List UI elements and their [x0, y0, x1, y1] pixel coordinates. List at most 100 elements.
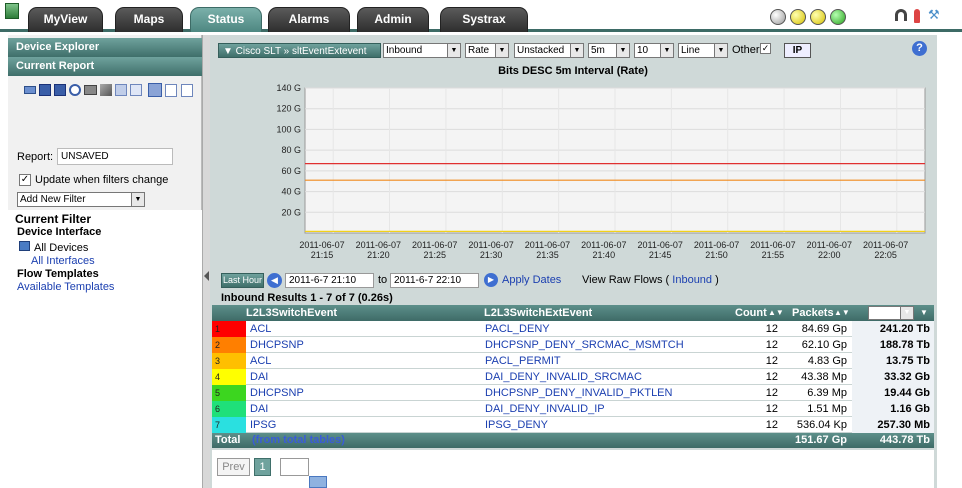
- table-total-row: Total (from total tables) 151.67 Gp 443.…: [212, 433, 934, 448]
- event-link[interactable]: DAI: [250, 401, 268, 417]
- count-sort-icon[interactable]: ▲▼: [768, 305, 784, 321]
- event-link[interactable]: DHCPSNP: [250, 337, 304, 353]
- count-column-header[interactable]: Count: [735, 305, 767, 321]
- available-templates-link[interactable]: Available Templates: [17, 281, 114, 293]
- event-link[interactable]: IPSG: [250, 417, 276, 433]
- apply-dates-link[interactable]: Apply Dates: [502, 274, 561, 286]
- add-filter-select[interactable]: Add New Filter ▼: [17, 192, 145, 207]
- event-column-header[interactable]: L2L3SwitchEvent: [246, 305, 337, 321]
- direction-select[interactable]: Inbound ▼: [383, 43, 461, 58]
- interval-value: 5m: [591, 45, 605, 56]
- app-logo-icon[interactable]: [5, 3, 19, 19]
- interval-select[interactable]: 5m ▼: [588, 43, 630, 58]
- breadcrumb-bar[interactable]: ▼ Cisco SLT » sltEventExtevent: [218, 43, 381, 58]
- apply-dates-icon[interactable]: ▶: [484, 273, 498, 287]
- ext-event-link[interactable]: PACL_PERMIT: [485, 353, 561, 369]
- end-date-input[interactable]: 2011-6-7 22:10: [390, 273, 479, 288]
- other-checkbox[interactable]: ✓: [760, 43, 771, 54]
- tab-admin[interactable]: Admin: [357, 7, 429, 32]
- device-explorer-header[interactable]: Device Explorer: [8, 38, 202, 57]
- save-icon[interactable]: [39, 84, 51, 96]
- status-green-icon[interactable]: [830, 9, 846, 25]
- stack-select[interactable]: Unstacked ▼: [514, 43, 584, 58]
- tab-systrax[interactable]: Systrax: [440, 7, 528, 32]
- x-tick-label: 21:50: [705, 250, 728, 260]
- series-swatch: 5: [212, 385, 246, 401]
- email-icon[interactable]: [24, 86, 36, 94]
- packets-sort-icon[interactable]: ▲▼: [834, 305, 850, 321]
- prev-range-icon[interactable]: ◀: [267, 273, 282, 288]
- x-tick-label: 2011-06-07: [468, 240, 513, 250]
- packets-column-header[interactable]: Packets: [792, 305, 834, 321]
- headset-icon[interactable]: [895, 9, 907, 21]
- tab-alarms[interactable]: Alarms: [268, 7, 350, 32]
- ext-column-header[interactable]: L2L3SwitchExtEvent: [484, 305, 592, 321]
- tab-myview[interactable]: MyView: [28, 7, 103, 32]
- tab-maps[interactable]: Maps: [115, 7, 183, 32]
- all-interfaces-link[interactable]: All Interfaces: [31, 255, 95, 267]
- panel-splitter[interactable]: [202, 35, 210, 488]
- event-link[interactable]: ACL: [250, 353, 271, 369]
- x-tick-label: 21:45: [649, 250, 672, 260]
- x-tick-label: 21:55: [762, 250, 785, 260]
- current-report-header[interactable]: Current Report: [8, 57, 202, 76]
- schedule-icon[interactable]: [69, 84, 81, 96]
- tab-status[interactable]: Status: [190, 7, 262, 32]
- count-cell: 12: [765, 323, 778, 335]
- devices-icon: [19, 241, 30, 251]
- chart-type-select[interactable]: Line ▼: [678, 43, 728, 58]
- help-icon[interactable]: ?: [912, 41, 927, 56]
- raw-flows-inbound-link[interactable]: Inbound: [672, 274, 712, 286]
- ext-event-link[interactable]: DHCPSNP_DENY_INVALID_PKTLEN: [485, 385, 672, 401]
- x-tick-label: 2011-06-07: [863, 240, 908, 250]
- start-date-input[interactable]: 2011-6-7 21:10: [285, 273, 374, 288]
- tools-icon[interactable]: ⚒: [928, 8, 940, 22]
- update-checkbox[interactable]: ✓: [19, 174, 31, 186]
- filter-icon[interactable]: [100, 84, 112, 96]
- table-header-row: L2L3SwitchEvent L2L3SwitchExtEvent Count…: [212, 305, 934, 321]
- units-select[interactable]: Bits ▼: [868, 306, 914, 320]
- save-as-icon[interactable]: [54, 84, 66, 96]
- x-tick-label: 2011-06-07: [694, 240, 739, 250]
- total-label: Total: [215, 434, 241, 446]
- rss-icon[interactable]: [148, 83, 162, 97]
- ext-event-link[interactable]: PACL_DENY: [485, 321, 550, 337]
- status-yellow-icon[interactable]: [790, 9, 806, 25]
- ext-event-link[interactable]: DAI_DENY_INVALID_SRCMAC: [485, 369, 642, 385]
- packets-cell: 43.38 Mp: [801, 371, 847, 383]
- pdf-icon[interactable]: [181, 84, 193, 97]
- ext-event-link[interactable]: IPSG_DENY: [485, 417, 548, 433]
- alert-flame-icon[interactable]: [914, 9, 920, 23]
- page-1-button[interactable]: 1: [254, 458, 271, 476]
- count-select[interactable]: 10 ▼: [634, 43, 674, 58]
- x-tick-label: 22:00: [818, 250, 841, 260]
- event-link[interactable]: ACL: [250, 321, 271, 337]
- ip-button[interactable]: IP: [784, 43, 811, 58]
- bits-cell: 13.75 Tb: [852, 353, 934, 369]
- csv-icon[interactable]: [165, 84, 177, 97]
- total-tables-link[interactable]: (from total tables): [252, 433, 345, 448]
- event-link[interactable]: DHCPSNP: [250, 385, 304, 401]
- ext-event-link[interactable]: DAI_DENY_INVALID_IP: [485, 401, 605, 417]
- breadcrumb[interactable]: ▼ Cisco SLT » sltEventExtevent: [223, 46, 366, 57]
- chart-type-value: Line: [681, 45, 700, 56]
- x-tick-label: 2011-06-07: [637, 240, 682, 250]
- last-hour-button[interactable]: Last Hour: [221, 273, 264, 288]
- report-label: Report:: [17, 151, 54, 163]
- report-name-input[interactable]: UNSAVED: [57, 148, 173, 165]
- metric-select[interactable]: Rate ▼: [465, 43, 509, 58]
- chevron-down-icon: ▼: [714, 44, 727, 57]
- series-swatch: 6: [212, 401, 246, 417]
- x-tick-label: 2011-06-07: [412, 240, 457, 250]
- column-menu-icon[interactable]: ▼: [920, 305, 928, 321]
- status-yellow2-icon[interactable]: [810, 9, 826, 25]
- ext-event-link[interactable]: DHCPSNP_DENY_SRCMAC_MSMTCH: [485, 337, 684, 353]
- event-link[interactable]: DAI: [250, 369, 268, 385]
- prev-page-button[interactable]: Prev: [217, 458, 250, 476]
- print-icon[interactable]: [84, 85, 97, 95]
- dashboard-icon[interactable]: [130, 84, 142, 96]
- status-gray-icon[interactable]: [770, 9, 786, 25]
- collapse-arrow-icon[interactable]: [204, 271, 209, 281]
- export-icon[interactable]: [115, 84, 127, 96]
- y-tick-label: 40 G: [281, 187, 301, 197]
